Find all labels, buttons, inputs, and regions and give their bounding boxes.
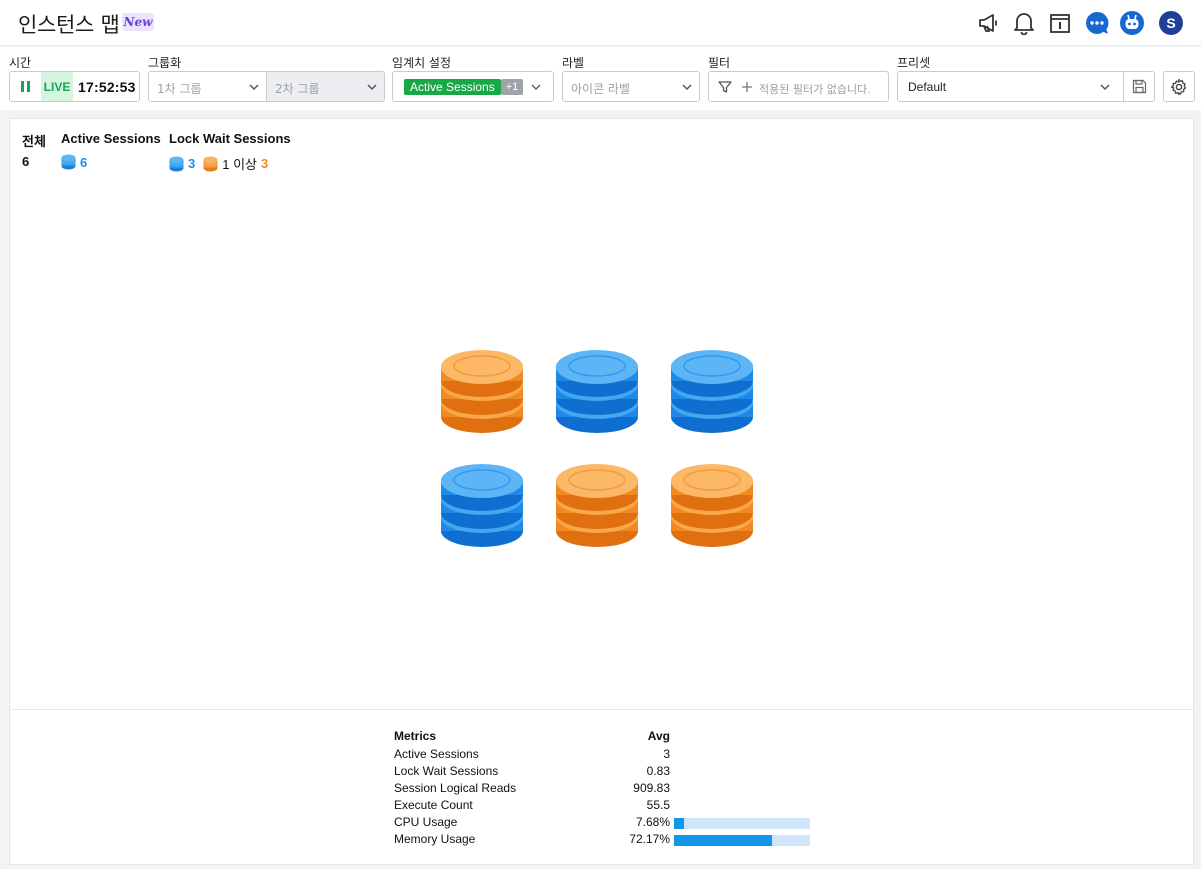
metric-avg: 0.83: [646, 764, 670, 778]
page-title: 인스턴스 맵: [18, 13, 120, 37]
instance-map: [440, 339, 760, 559]
preset-select[interactable]: Default: [897, 71, 1124, 102]
megaphone-icon[interactable]: [976, 10, 1002, 36]
gear-icon: [1170, 78, 1187, 95]
metric-avg: 72.17%: [629, 832, 670, 846]
metrics-header-name: Metrics: [394, 729, 437, 743]
threshold-more-badge: +1: [501, 79, 523, 95]
save-preset-button[interactable]: [1123, 71, 1155, 102]
preset-label: 프리셋: [897, 56, 931, 70]
group2-placeholder: 2차 그룹: [275, 82, 320, 96]
threshold-select[interactable]: Active Sessions +1: [392, 71, 554, 102]
pause-button[interactable]: [10, 72, 41, 101]
chevron-down-icon: [249, 84, 259, 91]
lock-wait-value[interactable]: 3 1 이상 3: [169, 154, 268, 173]
orange-database-icon[interactable]: [555, 453, 639, 553]
metrics-row: Active Sessions 3: [394, 746, 814, 763]
bell-icon[interactable]: [1011, 10, 1037, 36]
info-panel-icon[interactable]: [1047, 10, 1073, 36]
orange-db-icon: [203, 156, 218, 171]
lock-wait-threshold-label: 1 이상: [222, 157, 257, 172]
chevron-down-icon: [1100, 84, 1110, 91]
active-sessions-count: 6: [80, 154, 88, 170]
metric-usage-bar-fill: [674, 835, 773, 846]
settings-button[interactable]: [1163, 71, 1195, 102]
chevron-down-icon: [531, 84, 541, 90]
threshold-chip: Active Sessions: [404, 79, 501, 95]
filter-label: 필터: [708, 56, 731, 70]
save-icon: [1132, 79, 1146, 94]
metrics-row: Session Logical Reads 909.83: [394, 780, 814, 797]
lock-wait-orange-count: 3: [261, 156, 269, 171]
label-label: 라벨: [562, 56, 585, 70]
live-toggle[interactable]: LIVE: [41, 72, 73, 101]
filter-icon: [718, 81, 732, 93]
instance-map-panel: 전체 6 Active Sessions 6 Lock Wait Session…: [9, 118, 1194, 865]
app-header: 인스턴스 맵 New S: [0, 0, 1201, 46]
preset-value: Default: [908, 80, 947, 94]
user-avatar[interactable]: S: [1159, 11, 1183, 35]
metrics-header-avg: Avg: [647, 729, 670, 743]
metric-name: Memory Usage: [394, 832, 476, 846]
plus-icon[interactable]: [741, 81, 753, 93]
icon-label-placeholder: 아이콘 라벨: [571, 82, 631, 96]
metric-name: Lock Wait Sessions: [394, 764, 499, 778]
orange-database-icon[interactable]: [670, 453, 754, 553]
total-count: 6: [22, 154, 30, 169]
metrics-header: Metrics Avg: [394, 729, 814, 746]
lock-wait-blue-count: 3: [188, 156, 196, 171]
blue-database-icon[interactable]: [670, 339, 754, 439]
metrics-row: Lock Wait Sessions 0.83: [394, 763, 814, 780]
total-value: 6: [22, 154, 29, 169]
icon-label-select[interactable]: 아이콘 라벨: [562, 71, 700, 102]
chat-icon[interactable]: [1084, 10, 1110, 36]
time-control: LIVE 17:52:53: [9, 71, 140, 102]
divider: [10, 709, 1193, 710]
grouping-label: 그룹화: [148, 56, 182, 70]
chevron-down-icon: [682, 84, 692, 91]
metric-usage-bar-fill: [674, 818, 685, 829]
blue-database-icon[interactable]: [440, 453, 524, 553]
filter-input[interactable]: 적용된 필터가 없습니다.: [708, 71, 889, 102]
metric-name: Active Sessions: [394, 747, 479, 761]
lock-wait-label: Lock Wait Sessions: [169, 131, 291, 146]
metric-avg: 55.5: [646, 798, 670, 812]
metric-usage-bar: [674, 818, 810, 829]
bot-icon[interactable]: [1119, 10, 1145, 36]
metric-usage-bar: [674, 835, 810, 846]
blue-db-icon: [61, 154, 76, 170]
filter-placeholder: 적용된 필터가 없습니다.: [759, 83, 871, 96]
current-time: 17:52:53: [78, 78, 136, 95]
toolbar: 시간 LIVE 17:52:53 그룹화 1차 그룹 2차 그룹 임계치 설정 …: [0, 47, 1201, 110]
metric-name: Execute Count: [394, 798, 473, 812]
metric-avg: 3: [663, 747, 670, 761]
metric-avg: 909.83: [633, 781, 670, 795]
pause-icon: [21, 81, 24, 92]
group2-select[interactable]: 2차 그룹: [266, 71, 385, 102]
active-sessions-label: Active Sessions: [61, 131, 161, 146]
new-badge: New: [122, 13, 154, 31]
group1-placeholder: 1차 그룹: [157, 82, 202, 96]
metrics-row: CPU Usage 7.68%: [394, 814, 814, 831]
group1-select[interactable]: 1차 그룹: [148, 71, 267, 102]
chevron-down-icon: [367, 84, 377, 91]
metrics-row: Memory Usage 72.17%: [394, 831, 814, 848]
threshold-label: 임계치 설정: [392, 56, 452, 70]
total-label: 전체: [22, 134, 46, 149]
metric-name: Session Logical Reads: [394, 781, 517, 795]
metrics-table: Metrics Avg Active Sessions 3 Lock Wait Se…: [394, 729, 814, 848]
active-sessions-value[interactable]: 6: [61, 154, 87, 170]
orange-database-icon[interactable]: [440, 339, 524, 439]
time-label: 시간: [9, 56, 32, 70]
blue-database-icon[interactable]: [555, 339, 639, 439]
metric-name: CPU Usage: [394, 815, 458, 829]
metrics-row: Execute Count 55.5: [394, 797, 814, 814]
blue-db-icon: [169, 156, 184, 171]
metric-avg: 7.68%: [635, 815, 670, 829]
